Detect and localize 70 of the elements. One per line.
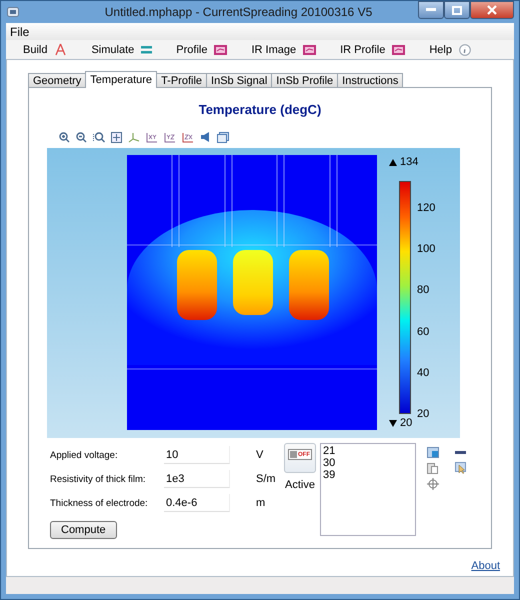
tab[interactable]: Instructions bbox=[337, 73, 404, 87]
minus-icon[interactable] bbox=[455, 450, 466, 454]
window-title: Untitled.mphapp - CurrentSpreading 20100316 V5 bbox=[104, 5, 374, 19]
plot-icon bbox=[392, 44, 406, 54]
window-icon[interactable] bbox=[217, 132, 229, 142]
maximize-button[interactable] bbox=[444, 1, 470, 19]
plot-title: Temperature (degC) bbox=[198, 102, 322, 118]
paste-icon[interactable] bbox=[427, 462, 438, 474]
zx-view-icon[interactable] bbox=[182, 132, 194, 142]
compute-button[interactable]: Compute bbox=[50, 521, 117, 539]
input-field[interactable]: 10 bbox=[164, 446, 230, 464]
color-scale-tick: 40 bbox=[417, 366, 430, 380]
down-triangle-icon bbox=[389, 420, 397, 426]
close-icon bbox=[487, 5, 497, 15]
info-icon bbox=[458, 44, 471, 56]
zoom-in-icon[interactable] bbox=[59, 132, 70, 142]
minimize-icon bbox=[426, 8, 436, 12]
field-label: Resistivity of thick film: bbox=[50, 474, 147, 484]
tab[interactable]: T-Profile bbox=[156, 73, 208, 87]
plot-icon bbox=[214, 44, 228, 54]
color-scale-tick: 60 bbox=[417, 324, 430, 339]
color-scale-tick: 100 bbox=[417, 242, 436, 256]
field-label: Thickness of electrode: bbox=[50, 498, 149, 508]
menu-item[interactable]: File bbox=[10, 24, 30, 38]
tab[interactable]: InSb Profile bbox=[271, 73, 338, 87]
yz-view-icon[interactable] bbox=[164, 132, 176, 142]
min-value: 20 bbox=[400, 417, 412, 429]
equals-icon bbox=[141, 46, 152, 54]
toolbar-button[interactable]: IR Profile bbox=[340, 44, 406, 56]
unit-label: m bbox=[256, 497, 266, 509]
minimize-button[interactable] bbox=[418, 1, 444, 19]
toolbar-button[interactable]: Build bbox=[23, 43, 68, 56]
color-scale-tick: 80 bbox=[417, 283, 430, 298]
unit-label: S/m bbox=[256, 473, 276, 485]
color-scale-tick: 20 bbox=[417, 406, 430, 421]
max-value: 134 bbox=[400, 156, 418, 168]
hot-spot bbox=[289, 250, 329, 320]
zoom-box-icon[interactable] bbox=[93, 132, 105, 142]
list-item[interactable]: 39 bbox=[323, 469, 336, 481]
plot-icon bbox=[303, 44, 316, 54]
crosshair-icon[interactable] bbox=[427, 478, 439, 490]
toggle-label: Active bbox=[285, 479, 315, 491]
color-scale-tick: 120 bbox=[417, 201, 436, 215]
tab[interactable]: Geometry bbox=[28, 73, 86, 87]
input-field[interactable]: 0.4e-6 bbox=[164, 494, 230, 512]
toolbar-button[interactable]: Profile bbox=[176, 44, 228, 56]
xy-view-icon[interactable] bbox=[146, 132, 158, 142]
about-link[interactable]: About bbox=[471, 560, 500, 572]
speaker-icon[interactable] bbox=[200, 132, 211, 142]
zoom-out-icon[interactable] bbox=[76, 132, 87, 142]
cursor-icon[interactable] bbox=[455, 462, 466, 474]
unit-label: V bbox=[256, 449, 264, 461]
zoom-extents-icon[interactable] bbox=[111, 132, 122, 142]
hot-spot bbox=[177, 250, 217, 320]
axes-icon[interactable] bbox=[128, 132, 140, 142]
toolbar-button[interactable]: IR Image bbox=[251, 44, 316, 56]
toolbar-button[interactable]: Simulate bbox=[91, 44, 152, 56]
hot-spot bbox=[233, 250, 273, 315]
close-button[interactable] bbox=[470, 1, 514, 19]
field-label: Applied voltage: bbox=[50, 450, 119, 460]
app-icon bbox=[7, 7, 19, 17]
toolbar-button[interactable]: Help bbox=[429, 44, 471, 56]
input-field[interactable]: 1e3 bbox=[164, 470, 230, 488]
tab[interactable]: Temperature bbox=[85, 71, 158, 88]
list-item[interactable]: 30 bbox=[323, 457, 336, 469]
compass-icon bbox=[54, 43, 68, 56]
tab[interactable]: InSb Signal bbox=[206, 73, 272, 87]
list-item[interactable]: 21 bbox=[323, 445, 336, 457]
maximize-icon bbox=[452, 6, 462, 14]
up-triangle-icon bbox=[389, 158, 397, 166]
